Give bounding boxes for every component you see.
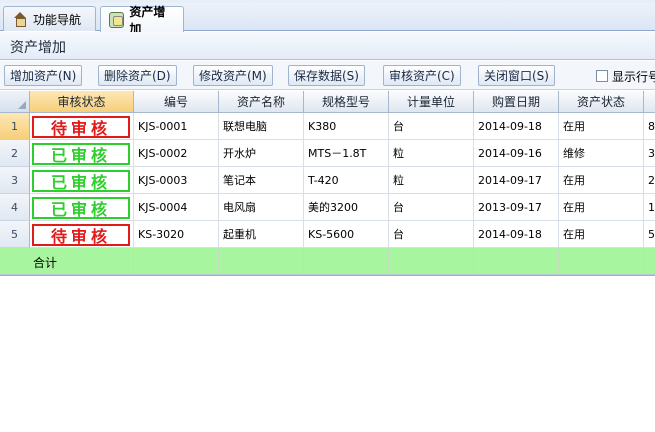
cell-audit-status[interactable]: 待审核 <box>30 221 134 248</box>
audit-asset-button[interactable]: 审核资产(C) <box>383 65 461 86</box>
cell-asset-name[interactable]: 联想电脑 <box>219 113 304 140</box>
close-window-button[interactable]: 关闭窗口(S) <box>478 65 555 86</box>
cell-spec[interactable]: T-420 <box>304 167 389 194</box>
cell-asset-state[interactable]: 在用 <box>559 221 644 248</box>
cell-unit[interactable]: 台 <box>389 113 474 140</box>
cell-asset-state[interactable]: 在用 <box>559 113 644 140</box>
toolbar: 增加资产(N) 删除资产(D) 修改资产(M) 保存数据(S) 审核资产(C) … <box>0 61 655 90</box>
summary-separator <box>473 248 474 275</box>
table-row[interactable]: 5待审核KS-3020起重机KS-5600台2014-09-18在用56 <box>0 221 655 248</box>
col-header-extra[interactable] <box>644 91 655 113</box>
col-header-asset-state[interactable]: 资产状态 <box>559 91 644 113</box>
delete-asset-button[interactable]: 删除资产(D) <box>98 65 177 86</box>
cell-extra[interactable]: 56 <box>644 221 655 248</box>
cell-purchase-date[interactable]: 2014-09-17 <box>474 167 559 194</box>
home-icon <box>12 11 28 27</box>
tab-function-nav[interactable]: 功能导航 <box>3 6 96 31</box>
col-header-unit[interactable]: 计量单位 <box>389 91 474 113</box>
status-badge: 待审核 <box>32 116 130 138</box>
cell-spec[interactable]: MTS－1.8T <box>304 140 389 167</box>
col-header-code[interactable]: 编号 <box>134 91 219 113</box>
cell-code[interactable]: KJS-0002 <box>134 140 219 167</box>
cell-asset-state[interactable]: 在用 <box>559 194 644 221</box>
col-header-spec[interactable]: 规格型号 <box>304 91 389 113</box>
cell-purchase-date[interactable]: 2014-09-18 <box>474 221 559 248</box>
cell-purchase-date[interactable]: 2014-09-16 <box>474 140 559 167</box>
table-row[interactable]: 4已审核KJS-0004电风扇美的3200台2013-09-17在用12 <box>0 194 655 221</box>
cell-audit-status[interactable]: 已审核 <box>30 167 134 194</box>
cell-asset-name[interactable]: 笔记本 <box>219 167 304 194</box>
col-header-purchase-date[interactable]: 购置日期 <box>474 91 559 113</box>
edit-asset-button[interactable]: 修改资产(M) <box>193 65 273 86</box>
tab-bar: 功能导航 资产增加 <box>0 0 655 36</box>
tab-function-nav-label: 功能导航 <box>33 12 82 27</box>
cell-unit[interactable]: 粒 <box>389 140 474 167</box>
show-rownum-label: 显示行号 <box>612 70 655 84</box>
add-asset-button[interactable]: 增加资产(N) <box>4 65 83 86</box>
cell-audit-status[interactable]: 已审核 <box>30 140 134 167</box>
cell-code[interactable]: KJS-0004 <box>134 194 219 221</box>
col-header-asset-name[interactable]: 资产名称 <box>219 91 304 113</box>
tab-asset-add[interactable]: 资产增加 <box>100 5 184 36</box>
cell-spec[interactable]: K380 <box>304 113 389 140</box>
cell-unit[interactable]: 粒 <box>389 167 474 194</box>
cell-extra[interactable]: 23 <box>644 167 655 194</box>
cell-purchase-date[interactable]: 2014-09-18 <box>474 113 559 140</box>
cell-asset-name[interactable]: 开水炉 <box>219 140 304 167</box>
cell-code[interactable]: KJS-0001 <box>134 113 219 140</box>
cell-extra[interactable]: 12 <box>644 194 655 221</box>
summary-separator <box>218 248 219 275</box>
cell-spec[interactable]: KS-5600 <box>304 221 389 248</box>
save-data-button[interactable]: 保存数据(S) <box>288 65 365 86</box>
cell-code[interactable]: KS-3020 <box>134 221 219 248</box>
summary-separator <box>558 248 559 275</box>
cell-unit[interactable]: 台 <box>389 194 474 221</box>
status-badge: 已审核 <box>32 170 130 192</box>
cell-spec[interactable]: 美的3200 <box>304 194 389 221</box>
summary-separator <box>388 248 389 275</box>
asset-grid: 审核状态 编号 资产名称 规格型号 计量单位 购置日期 资产状态 1 待审核 KJS… <box>0 91 655 432</box>
summary-separator <box>643 248 644 275</box>
summary-label: 合计 <box>33 256 58 270</box>
row-number[interactable]: 3 <box>0 167 30 194</box>
cell-audit-status[interactable]: 已审核 <box>30 194 134 221</box>
row-number[interactable]: 2 <box>0 140 30 167</box>
summary-separator <box>303 248 304 275</box>
cell-code[interactable]: KJS-0003 <box>134 167 219 194</box>
cell-unit[interactable]: 台 <box>389 221 474 248</box>
cell-asset-name[interactable]: 电风扇 <box>219 194 304 221</box>
grid-bottom-line <box>0 275 655 276</box>
table-row[interactable]: 3已审核KJS-0003笔记本T-420粒2014-09-17在用23 <box>0 167 655 194</box>
cell-asset-state[interactable]: 维修 <box>559 140 644 167</box>
row-number[interactable]: 4 <box>0 194 30 221</box>
status-badge: 已审核 <box>32 143 130 165</box>
cell-purchase-date[interactable]: 2013-09-17 <box>474 194 559 221</box>
summary-row: 合计 <box>0 248 655 275</box>
table-row[interactable]: 1待审核KJS-0001联想电脑K380台2014-09-18在用80 <box>0 113 655 140</box>
page-title: 资产增加 <box>10 40 66 56</box>
asset-icon <box>109 11 125 28</box>
cell-asset-state[interactable]: 在用 <box>559 167 644 194</box>
summary-separator <box>133 248 134 275</box>
cell-asset-name[interactable]: 起重机 <box>219 221 304 248</box>
table-row[interactable]: 2已审核KJS-0002开水炉MTS－1.8T粒2014-09-16维修30 <box>0 140 655 167</box>
row-number[interactable]: 5 <box>0 221 30 248</box>
tab-bar-topline <box>0 0 655 3</box>
grid-corner[interactable] <box>0 91 30 113</box>
row-number[interactable]: 1 <box>0 113 30 140</box>
cell-extra[interactable]: 80 <box>644 113 655 140</box>
col-header-audit-status[interactable]: 审核状态 <box>30 91 134 113</box>
status-badge: 已审核 <box>32 197 130 219</box>
cell-extra[interactable]: 30 <box>644 140 655 167</box>
cell-audit-status[interactable]: 待审核 <box>30 113 134 140</box>
page-title-bar: 资产增加 <box>0 32 655 60</box>
show-rownum-checkbox[interactable] <box>596 70 608 82</box>
status-badge: 待审核 <box>32 224 130 246</box>
